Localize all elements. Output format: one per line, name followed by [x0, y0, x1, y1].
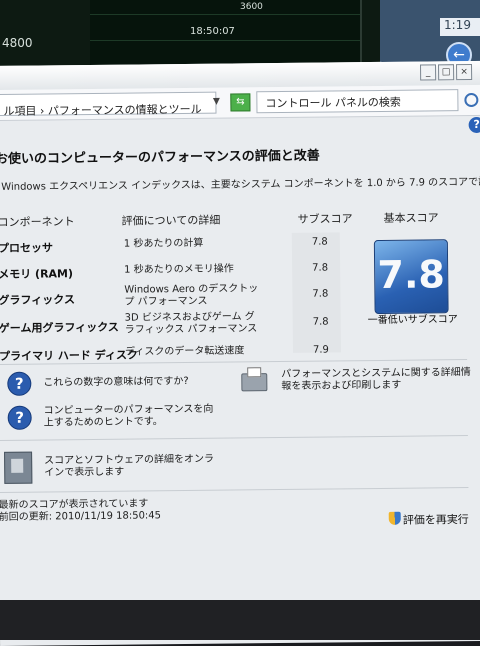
component-detail: ディスクのデータ転送速度	[124, 345, 245, 358]
bg-value-label: 4800	[2, 36, 33, 50]
address-bar: ル項目 › パフォーマンスの情報とツール ▼ ⇆ コントロール パネルの検索	[0, 84, 480, 121]
close-button[interactable]: ×	[456, 63, 473, 81]
subscore: 7.8	[311, 236, 328, 248]
base-score-value: 7.8	[377, 252, 446, 297]
status-text: 最新のスコアが表示されています 前回の更新: 2010/11/19 18:50:…	[0, 498, 161, 524]
component-name: プライマリ ハード ディスク	[0, 348, 138, 363]
page-description: Windows エクスペリエンス インデックスは、主要なシステム コンポーネント…	[1, 176, 480, 193]
header-base-score: 基本スコア	[383, 211, 439, 225]
divider	[0, 435, 468, 441]
header-detail: 評価についての詳細	[121, 213, 221, 228]
software-box-icon	[4, 451, 33, 484]
rerun-assessment-link[interactable]: 評価を再実行	[403, 511, 469, 528]
what-mean-link[interactable]: これらの数字の意味は何ですか?	[43, 376, 223, 390]
table-row: プロセッサ 1 秒あたりの計算 7.8	[0, 230, 356, 260]
component-name: グラフィックス	[0, 293, 75, 307]
subscore: 7.8	[312, 262, 329, 274]
graph-time: 18:50:07	[190, 26, 235, 37]
minimize-button[interactable]: _	[420, 64, 437, 81]
last-update: 前回の更新: 2010/11/19 18:50:45	[0, 510, 162, 523]
shield-icon	[388, 511, 401, 525]
maximize-button[interactable]: □	[438, 64, 455, 81]
table-row: グラフィックス Windows Aero のデスクトップ パフォーマンス 7.8	[0, 282, 357, 312]
table-row: ゲーム用グラフィックス 3D ビジネスおよびゲーム グラフィックス パフォーマン…	[0, 310, 357, 340]
subscore: 7.9	[312, 344, 329, 356]
help-icon[interactable]: ?	[468, 116, 480, 134]
refresh-icon[interactable]: ⇆	[230, 93, 251, 112]
component-name: メモリ (RAM)	[0, 267, 74, 281]
printer-icon	[241, 373, 268, 392]
header-subscore: サブスコア	[297, 212, 353, 226]
table-row: メモリ (RAM) 1 秒あたりのメモリ操作 7.8	[0, 256, 356, 286]
divider	[0, 487, 469, 493]
print-details-link[interactable]: パフォーマンスとシステムに関する詳細情報を表示および印刷します	[281, 367, 471, 393]
component-name: ゲーム用グラフィックス	[0, 320, 119, 335]
improve-tips-link[interactable]: コンピューターのパフォーマンスを向上するためのヒントです。	[44, 404, 220, 430]
component-detail: 1 秒あたりの計算	[123, 237, 204, 250]
help-question-icon: ?	[7, 405, 32, 430]
search-placeholder: コントロール パネルの検索	[265, 95, 401, 111]
breadcrumb-box[interactable]: ル項目 › パフォーマンスの情報とツール	[0, 91, 217, 119]
online-details-link[interactable]: スコアとソフトウェアの詳細をオンラインで表示します	[44, 454, 216, 480]
bg-badge: 1:19	[440, 18, 480, 36]
performance-window: _ □ × ル項目 › パフォーマンスの情報とツール ▼ ⇆ コントロール パネ…	[0, 60, 480, 646]
graph-value: 3600	[240, 2, 263, 12]
base-score-caption: 一番低いサブスコア	[367, 314, 458, 327]
chevron-down-icon[interactable]: ▼	[210, 93, 222, 111]
component-detail: 3D ビジネスおよびゲーム グラフィックス パフォーマンス	[124, 311, 258, 336]
base-score-tile: 7.8	[373, 239, 449, 315]
component-name: プロセッサ	[0, 241, 53, 255]
help-question-icon: ?	[7, 371, 32, 396]
search-input[interactable]: コントロール パネルの検索	[256, 89, 459, 114]
monitor-bezel	[0, 600, 480, 640]
page-title: お使いのコンピューターのパフォーマンスの評価と改善	[0, 148, 320, 167]
component-detail: 1 秒あたりのメモリ操作	[124, 263, 234, 276]
subscore: 7.8	[312, 316, 329, 328]
breadcrumb[interactable]: ル項目 › パフォーマンスの情報とツール	[3, 101, 201, 119]
header-component: コンポーネント	[0, 215, 75, 229]
component-detail: Windows Aero のデスクトップ パフォーマンス	[124, 283, 259, 308]
search-icon[interactable]	[464, 92, 479, 108]
subscore: 7.8	[312, 288, 329, 300]
